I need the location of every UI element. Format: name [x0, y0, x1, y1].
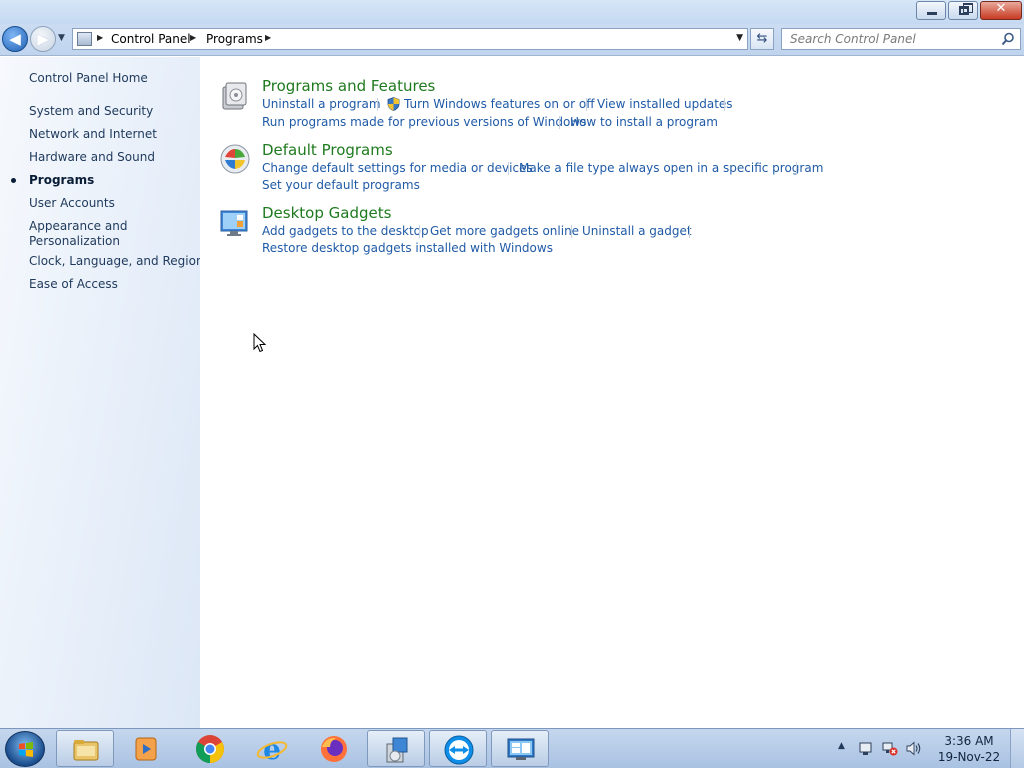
breadcrumb-separator-icon[interactable]: ▶: [190, 33, 196, 42]
run-older-programs-link[interactable]: Run programs made for previous versions …: [262, 115, 586, 129]
sidebar-item-network-and-internet[interactable]: Network and Internet: [29, 127, 157, 142]
sidebar-item-hardware-and-sound[interactable]: Hardware and Sound: [29, 150, 155, 165]
uninstall-gadget-link[interactable]: Uninstall a gadget: [582, 224, 692, 238]
start-button[interactable]: [5, 731, 45, 767]
show-desktop-button[interactable]: [1010, 729, 1024, 768]
taskbar: e ▲ 3:36 AM 19-Nov-22: [0, 728, 1024, 768]
network-disconnected-icon[interactable]: [882, 741, 898, 756]
svg-text:e: e: [263, 733, 281, 765]
system-clock[interactable]: 3:36 AM 19-Nov-22: [936, 733, 1002, 765]
back-arrow-icon: ◀: [9, 30, 21, 48]
clock-time: 3:36 AM: [944, 734, 994, 748]
link-separator: [571, 225, 572, 238]
firefox-icon: [321, 736, 347, 762]
windows-logo-icon: [19, 742, 33, 757]
mouse-cursor-icon: [253, 333, 267, 353]
turn-windows-features-link[interactable]: Turn Windows features on or off: [404, 97, 595, 111]
action-center-flag-icon[interactable]: [858, 741, 874, 756]
sidebar-item-appearance-line2[interactable]: Personalization: [29, 234, 120, 249]
remote-desktop-icon: [507, 738, 535, 760]
title-bar: ✕: [0, 0, 1024, 24]
link-separator: [559, 116, 560, 129]
get-more-gadgets-link[interactable]: Get more gadgets online: [430, 224, 579, 238]
taskbar-remote-desktop-button[interactable]: [491, 730, 549, 767]
close-button[interactable]: ✕: [980, 1, 1022, 20]
navigation-bar: ◀ ▶ ▼ ▶ Control Panel ▶ Programs ▶ ▼ ⇆: [0, 24, 1024, 56]
restore-gadgets-link[interactable]: Restore desktop gadgets installed with W…: [262, 241, 553, 255]
taskbar-internet-explorer-button[interactable]: e: [243, 730, 301, 767]
active-item-bullet: [11, 178, 16, 183]
show-hidden-icons-chevron-icon[interactable]: ▲: [838, 741, 845, 751]
forward-button[interactable]: ▶: [30, 26, 56, 52]
taskbar-explorer-button[interactable]: [56, 730, 114, 767]
taskbar-control-panel-button[interactable]: [367, 730, 425, 767]
recent-pages-dropdown-icon[interactable]: ▼: [58, 33, 65, 43]
taskbar-media-center-button[interactable]: [117, 730, 175, 767]
taskbar-firefox-button[interactable]: [305, 730, 363, 767]
taskbar-teamviewer-button[interactable]: [429, 730, 487, 767]
sidebar-item-system-and-security[interactable]: System and Security: [29, 104, 153, 119]
refresh-button[interactable]: ⇆: [750, 28, 774, 50]
volume-icon[interactable]: [906, 741, 922, 756]
control-panel-icon: [77, 32, 92, 46]
chrome-icon: [196, 735, 224, 763]
sidebar-item-control-panel-home[interactable]: Control Panel Home: [29, 71, 148, 86]
programs-and-features-title[interactable]: Programs and Features: [262, 77, 435, 95]
sidebar-item-programs[interactable]: Programs: [29, 173, 94, 188]
restore-button[interactable]: [948, 1, 978, 20]
link-separator: [689, 225, 690, 238]
add-gadgets-link[interactable]: Add gadgets to the desktop: [262, 224, 429, 238]
media-center-icon: [135, 737, 157, 761]
sidebar-item-user-accounts[interactable]: User Accounts: [29, 196, 115, 211]
set-default-programs-link[interactable]: Set your default programs: [262, 178, 420, 192]
refresh-icon: ⇆: [756, 31, 768, 46]
sidebar-item-ease-of-access[interactable]: Ease of Access: [29, 277, 118, 292]
control-panel-programs-icon: [386, 737, 408, 763]
link-separator: [419, 225, 420, 238]
minimize-icon: [927, 12, 937, 15]
link-separator: [724, 98, 725, 111]
sidebar-item-clock-language-region[interactable]: Clock, Language, and Region: [29, 254, 204, 269]
link-separator: [508, 162, 509, 175]
search-box[interactable]: [781, 28, 1021, 50]
back-button[interactable]: ◀: [2, 26, 28, 52]
sidebar-item-appearance-line1[interactable]: Appearance and: [29, 219, 127, 234]
search-icon[interactable]: [1001, 32, 1015, 46]
search-input[interactable]: [782, 29, 996, 49]
programs-and-features-icon[interactable]: [219, 79, 251, 111]
uac-shield-icon: [387, 97, 400, 111]
minimize-button[interactable]: [916, 1, 946, 20]
clock-date: 19-Nov-22: [937, 750, 1001, 764]
desktop-gadgets-icon[interactable]: [219, 207, 251, 239]
breadcrumb-control-panel[interactable]: Control Panel: [111, 32, 191, 46]
main-content: Programs and Features Uninstall a progra…: [200, 57, 1024, 728]
uninstall-program-link[interactable]: Uninstall a program: [262, 97, 381, 111]
address-dropdown-icon[interactable]: ▼: [736, 33, 743, 43]
change-default-settings-link[interactable]: Change default settings for media or dev…: [262, 161, 533, 175]
teamviewer-icon: [444, 735, 474, 765]
taskbar-chrome-button[interactable]: [181, 730, 239, 767]
left-navigation-pane: Control Panel Home System and Security N…: [0, 57, 204, 728]
how-to-install-link[interactable]: How to install a program: [570, 115, 718, 129]
link-separator: [377, 98, 378, 111]
window-controls: ✕: [914, 1, 1022, 20]
desktop-gadgets-title[interactable]: Desktop Gadgets: [262, 204, 391, 222]
link-separator: [796, 162, 797, 175]
breadcrumb-separator-icon[interactable]: ▶: [265, 33, 271, 42]
forward-arrow-icon: ▶: [37, 30, 49, 48]
close-icon: ✕: [995, 1, 1007, 16]
folder-icon: [73, 740, 99, 761]
restore-icon: [959, 3, 973, 15]
address-bar[interactable]: ▶ Control Panel ▶ Programs ▶ ▼: [72, 28, 748, 50]
default-programs-icon[interactable]: [219, 143, 251, 175]
internet-explorer-icon: e: [256, 733, 288, 765]
link-separator: [586, 98, 587, 111]
breadcrumb-separator-icon[interactable]: ▶: [97, 33, 103, 42]
view-installed-updates-link[interactable]: View installed updates: [597, 97, 733, 111]
default-programs-title[interactable]: Default Programs: [262, 141, 393, 159]
file-type-association-link[interactable]: Make a file type always open in a specif…: [519, 161, 823, 175]
breadcrumb-programs[interactable]: Programs: [206, 32, 263, 46]
